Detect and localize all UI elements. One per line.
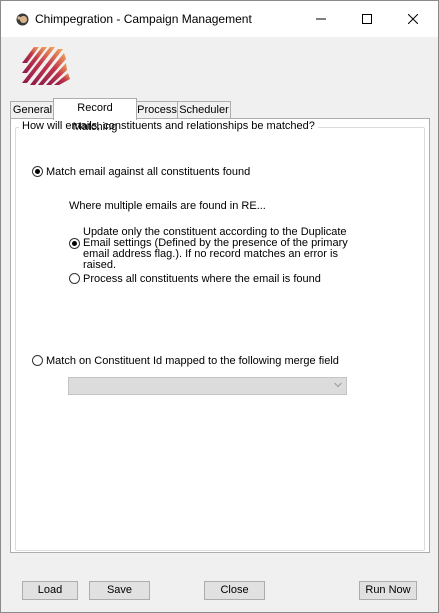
window-title: Chimpegration - Campaign Management xyxy=(35,12,252,26)
close-icon xyxy=(408,14,418,24)
close-button[interactable]: Close xyxy=(204,581,265,600)
process-all-constituents-radio[interactable] xyxy=(69,273,80,284)
match-all-constituents-radio[interactable] xyxy=(32,166,43,177)
match-constituent-id-radio[interactable] xyxy=(32,355,43,366)
zylo-logo xyxy=(22,47,70,85)
process-all-constituents-label[interactable]: Process all constituents where the email… xyxy=(83,274,321,285)
tab-general[interactable]: General xyxy=(10,101,55,119)
minimize-button[interactable] xyxy=(298,1,344,37)
tab-record-matching[interactable]: Record Matching xyxy=(53,98,137,133)
load-button[interactable]: Load xyxy=(22,581,78,600)
matching-group-box xyxy=(15,127,425,551)
save-button[interactable]: Save xyxy=(89,581,150,600)
tab-process[interactable]: Process xyxy=(135,101,179,119)
match-constituent-id-label[interactable]: Match on Constituent Id mapped to the fo… xyxy=(46,356,339,367)
chevron-down-icon xyxy=(334,382,342,388)
title-bar[interactable]: Chimpegration - Campaign Management xyxy=(1,1,438,37)
main-window: Chimpegration - Campaign Management Gene… xyxy=(0,0,439,613)
update-only-constituent-radio[interactable] xyxy=(69,238,80,249)
maximize-button[interactable] xyxy=(344,1,390,37)
update-only-constituent-label[interactable]: Update only the constituent according to… xyxy=(83,227,363,271)
matching-group-label: How will emails, constituents and relati… xyxy=(19,120,318,132)
record-matching-panel: How will emails, constituents and relati… xyxy=(10,118,430,553)
maximize-icon xyxy=(362,14,372,24)
multiple-emails-note: Where multiple emails are found in RE... xyxy=(69,200,266,212)
chimpegration-icon xyxy=(16,13,29,26)
close-window-button[interactable] xyxy=(390,1,436,37)
merge-field-select[interactable] xyxy=(68,377,347,395)
minimize-icon xyxy=(316,18,326,20)
tab-scheduler[interactable]: Scheduler xyxy=(177,101,231,119)
run-now-button[interactable]: Run Now xyxy=(359,581,417,600)
match-all-constituents-label[interactable]: Match email against all constituents fou… xyxy=(46,167,250,178)
